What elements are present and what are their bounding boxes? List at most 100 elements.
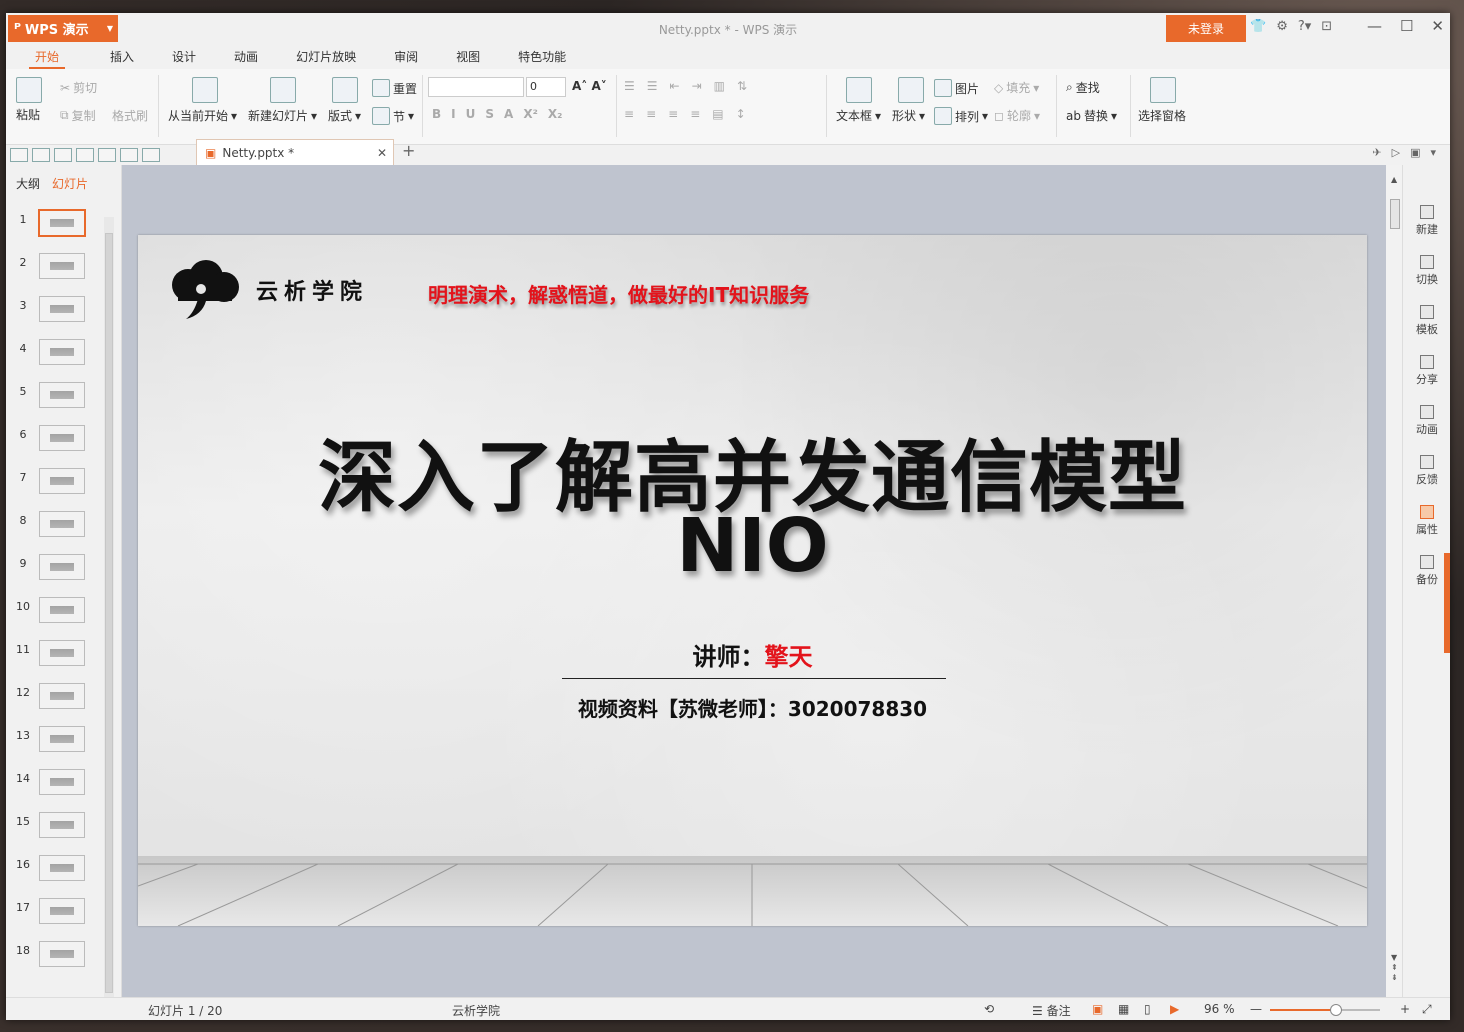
template-task-button[interactable]: 模板	[1403, 305, 1450, 337]
fill-button[interactable]: ◇ 填充 ▾	[994, 79, 1039, 96]
tab-outline[interactable]: 大纲	[16, 175, 40, 192]
current-slide[interactable]: 云析学院 明理演术，解惑悟道，做最好的IT知识服务 深入了解高并发通信模型 NI…	[138, 235, 1367, 926]
selection-pane-button[interactable]: 选择窗格	[1138, 107, 1186, 124]
reading-view-icon[interactable]: ▯	[1144, 1002, 1151, 1016]
maximize-icon[interactable]: ☐	[1400, 17, 1413, 35]
zoom-slider[interactable]	[1270, 1004, 1380, 1016]
print-icon[interactable]	[76, 148, 94, 162]
justify-icon[interactable]: ≡	[690, 107, 700, 121]
format-painter-button[interactable]: 格式刷	[112, 107, 148, 124]
strikethrough-icon[interactable]: S	[485, 107, 494, 121]
underline-icon[interactable]: U	[466, 107, 476, 121]
switch-task-button[interactable]: 切换	[1403, 255, 1450, 287]
slide-thumbnail[interactable]: 16	[6, 852, 102, 895]
zoom-slider-knob[interactable]	[1330, 1004, 1342, 1016]
slide-thumbnail[interactable]: 7	[6, 465, 102, 508]
new-task-button[interactable]: 新建	[1403, 205, 1450, 237]
subscript-icon[interactable]: X₂	[548, 107, 563, 121]
canvas-scrollbar[interactable]: ▲ ▼ ⇞ ⇟	[1390, 175, 1400, 983]
align-center-icon[interactable]: ≡	[646, 107, 656, 121]
columns-icon[interactable]: ▥	[714, 79, 725, 93]
superscript-icon[interactable]: X²	[523, 107, 538, 121]
slide-thumbnail[interactable]: 11	[6, 637, 102, 680]
slide-thumbnail[interactable]: 5	[6, 379, 102, 422]
properties-task-button[interactable]: 属性	[1403, 505, 1450, 537]
picture-button[interactable]: 图片	[934, 79, 979, 97]
line-spacing-icon[interactable]: ↕	[736, 107, 746, 121]
slide-thumbnail[interactable]: 13	[6, 723, 102, 766]
history-icon[interactable]: ⟲	[984, 1002, 994, 1016]
scroll-up-icon[interactable]: ▲	[1391, 175, 1397, 184]
normal-view-icon[interactable]: ▣	[1092, 1002, 1103, 1016]
text-direction-icon[interactable]: ⇅	[737, 79, 747, 93]
grow-font-icon[interactable]: A˄ A˅	[572, 79, 607, 93]
preview-icon[interactable]	[98, 148, 116, 162]
slide-thumbnail[interactable]: 6	[6, 422, 102, 465]
tab-slideshow[interactable]: 幻灯片放映	[277, 45, 375, 69]
backup-task-button[interactable]: 备份	[1403, 555, 1450, 587]
replace-button[interactable]: ab 替换 ▾	[1066, 107, 1117, 124]
sorter-view-icon[interactable]: ▦	[1118, 1002, 1129, 1016]
help-icon[interactable]: ?▾	[1298, 19, 1311, 34]
paste-button[interactable]: 粘贴	[16, 77, 42, 123]
close-tab-icon[interactable]: ✕	[377, 146, 387, 160]
pane-collapse-handle[interactable]	[1444, 553, 1450, 653]
next-slide-icon[interactable]: ▼ ⇞ ⇟	[1391, 953, 1398, 983]
reset-button[interactable]: 重置	[372, 79, 417, 97]
save-icon[interactable]	[32, 148, 50, 162]
font-color-icon[interactable]: A	[504, 107, 513, 121]
notes-button[interactable]: ☰ 备注	[1032, 1002, 1071, 1019]
slide-thumbnail[interactable]: 14	[6, 766, 102, 809]
slide-thumbnail[interactable]: 8	[6, 508, 102, 551]
find-button[interactable]: ⌕ 查找	[1066, 79, 1100, 96]
share-task-button[interactable]: 分享	[1403, 355, 1450, 387]
minimize-icon[interactable]: —	[1367, 17, 1382, 35]
skin-icon[interactable]: 👕	[1250, 19, 1266, 34]
layout-button[interactable]: 版式 ▾	[328, 107, 361, 124]
slide-thumbnail[interactable]: 10	[6, 594, 102, 637]
slide-thumbnail[interactable]: 17	[6, 895, 102, 938]
font-size-input[interactable]: 0	[526, 77, 566, 97]
slide-thumbnail[interactable]: 4	[6, 336, 102, 379]
restore-toolbar-icon[interactable]: ⊡	[1321, 19, 1332, 34]
indent-icon[interactable]: ⇤	[670, 79, 680, 93]
align-left-icon[interactable]: ≡	[624, 107, 634, 121]
textbox-button[interactable]: 文本框 ▾	[836, 107, 881, 124]
bullet-list-icon[interactable]: ☰	[624, 79, 635, 93]
numbered-list-icon[interactable]: ☰	[647, 79, 658, 93]
tab-insert[interactable]: 插入	[91, 45, 153, 69]
outline-button[interactable]: ◻ 轮廓 ▾	[994, 107, 1040, 124]
tab-design[interactable]: 设计	[153, 45, 215, 69]
undo-icon[interactable]	[120, 148, 138, 162]
collapse-icon[interactable]: ▷	[1392, 146, 1400, 159]
feedback-task-button[interactable]: 反馈	[1403, 455, 1450, 487]
tab-features[interactable]: 特色功能	[499, 45, 585, 69]
tab-view[interactable]: 视图	[437, 45, 499, 69]
copy-button[interactable]: ⧉ 复制	[60, 107, 96, 124]
slides-scrollbar[interactable]	[104, 217, 114, 1003]
font-name-input[interactable]	[428, 77, 524, 97]
slide-thumbnail[interactable]: 2	[6, 250, 102, 293]
pin-icon[interactable]: ✈	[1372, 146, 1381, 159]
bold-icon[interactable]: B	[432, 107, 441, 121]
align-right-icon[interactable]: ≡	[668, 107, 678, 121]
share-icon[interactable]: ⚙	[1276, 19, 1288, 34]
fit-window-icon[interactable]: ⤢	[1422, 1002, 1432, 1017]
tab-slides[interactable]: 幻灯片	[52, 175, 88, 192]
login-button[interactable]: 未登录	[1166, 15, 1246, 42]
distribute-icon[interactable]: ▤	[712, 107, 723, 121]
shape-button[interactable]: 形状 ▾	[892, 107, 925, 124]
document-tab[interactable]: ▣ Netty.pptx * ✕	[196, 139, 394, 165]
tab-animation[interactable]: 动画	[215, 45, 277, 69]
save-cloud-icon[interactable]: ▣	[1410, 146, 1420, 159]
tab-home[interactable]: 开始	[29, 45, 66, 69]
more-icon[interactable]: ▾	[1430, 146, 1436, 159]
export-pdf-icon[interactable]	[54, 148, 72, 162]
slide-thumbnail[interactable]: 1	[6, 207, 102, 250]
section-button[interactable]: 节 ▾	[372, 107, 414, 125]
open-icon[interactable]	[10, 148, 28, 162]
slide-thumbnail[interactable]: 3	[6, 293, 102, 336]
new-tab-icon[interactable]: +	[402, 141, 415, 160]
slide-thumbnail[interactable]: 18	[6, 938, 102, 981]
slide-thumbnail[interactable]: 9	[6, 551, 102, 594]
